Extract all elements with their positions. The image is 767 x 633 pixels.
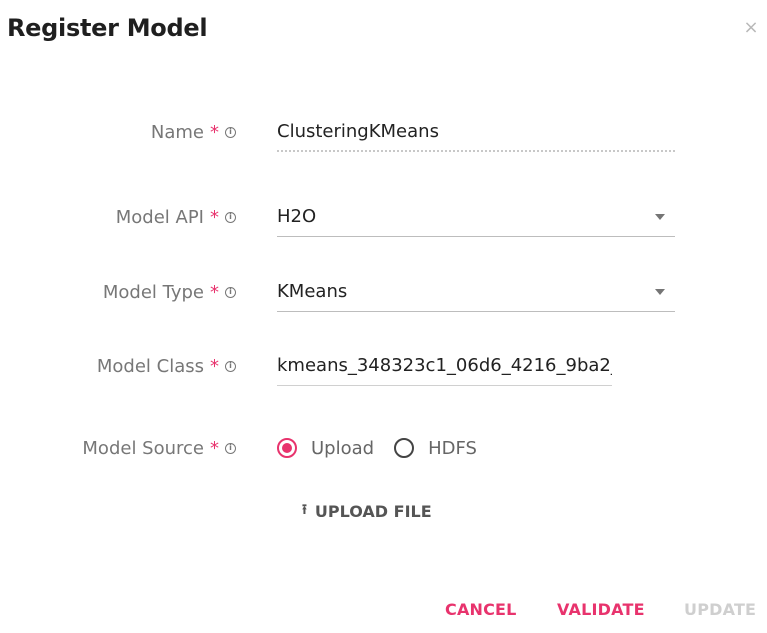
model-source-label: Model Source bbox=[82, 437, 204, 459]
update-button: UPDATE bbox=[684, 600, 757, 619]
chevron-down-icon bbox=[655, 288, 665, 295]
model-class-row: Model Class * i kmeans_348323c1_06d6_421… bbox=[0, 346, 767, 386]
upload-file-label: UPLOAD FILE bbox=[314, 501, 432, 521]
model-api-row: Model API * i H2O bbox=[0, 197, 767, 237]
required-marker: * bbox=[210, 437, 219, 459]
model-class-input[interactable]: kmeans_348323c1_06d6_4216_9ba2_ bbox=[277, 346, 612, 386]
model-type-label-group: Model Type * i bbox=[103, 272, 236, 312]
model-type-select[interactable]: KMeans bbox=[277, 272, 675, 312]
radio-hdfs[interactable]: HDFS bbox=[394, 438, 477, 459]
model-api-select[interactable]: H2O bbox=[277, 197, 675, 237]
model-class-label: Model Class bbox=[96, 355, 204, 377]
chevron-down-icon bbox=[655, 213, 665, 220]
upload-file-button[interactable]: ⭱ UPLOAD FILE bbox=[302, 500, 432, 522]
model-source-label-group: Model Source * i bbox=[82, 428, 236, 468]
info-icon[interactable]: i bbox=[225, 360, 236, 372]
name-label-group: Name * i bbox=[151, 112, 236, 152]
required-marker: * bbox=[210, 206, 219, 228]
model-source-row: Model Source * i Upload HDFS bbox=[0, 428, 767, 468]
model-type-value: KMeans bbox=[277, 281, 348, 302]
upload-icon: ⭱ bbox=[302, 502, 307, 518]
info-icon[interactable]: i bbox=[225, 286, 236, 298]
name-label: Name bbox=[150, 121, 204, 143]
dialog-title: Register Model bbox=[7, 14, 208, 42]
validate-button[interactable]: VALIDATE bbox=[557, 600, 645, 622]
close-icon[interactable]: × bbox=[743, 19, 759, 37]
radio-hdfs-label: HDFS bbox=[428, 437, 477, 459]
model-type-label: Model Type bbox=[102, 281, 204, 303]
model-class-label-group: Model Class * i bbox=[97, 346, 236, 386]
model-type-row: Model Type * i KMeans bbox=[0, 272, 767, 312]
radio-selected-icon bbox=[277, 438, 297, 458]
name-row: Name * i ClusteringKMeans bbox=[0, 112, 767, 152]
model-api-label: Model API bbox=[115, 206, 204, 228]
cancel-button[interactable]: CANCEL bbox=[445, 600, 517, 622]
model-api-label-group: Model API * i bbox=[116, 197, 236, 237]
info-icon[interactable]: i bbox=[225, 442, 236, 454]
radio-upload-label: Upload bbox=[311, 437, 375, 459]
required-marker: * bbox=[210, 121, 219, 143]
name-input[interactable]: ClusteringKMeans bbox=[277, 112, 675, 152]
radio-upload[interactable]: Upload bbox=[277, 438, 374, 459]
register-model-dialog: Register Model × Name * i ClusteringKMea… bbox=[0, 0, 767, 633]
model-api-value: H2O bbox=[277, 206, 317, 227]
model-source-radio-group: Upload HDFS bbox=[277, 428, 497, 468]
info-icon[interactable]: i bbox=[225, 126, 236, 138]
info-icon[interactable]: i bbox=[225, 211, 236, 223]
required-marker: * bbox=[210, 281, 219, 303]
required-marker: * bbox=[210, 355, 219, 377]
radio-unselected-icon bbox=[394, 438, 415, 458]
